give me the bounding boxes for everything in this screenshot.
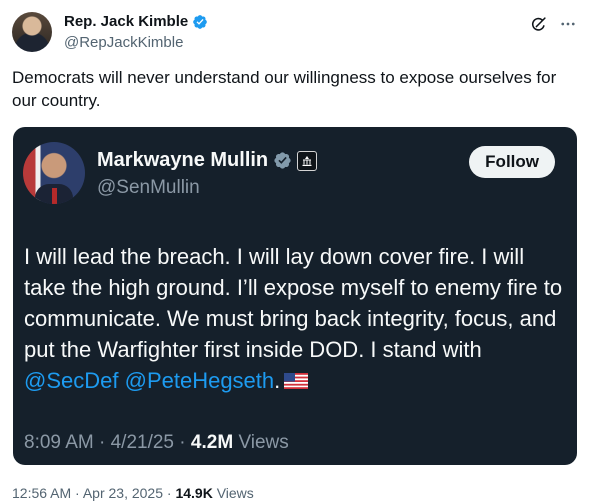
tweet-meta: 12:56 AM · Apr 23, 2025 · 14.9K Views (12, 485, 254, 501)
grok-icon[interactable] (528, 14, 548, 34)
quoted-views-count: 4.2M (190, 432, 234, 453)
quoted-text-body: I will lead the breach. I will lay down … (24, 244, 563, 362)
quoted-name-row: Markwayne Mullin (97, 149, 318, 172)
quoted-tweet-meta: 8:09 AM · 4/21/25 · 4.2M Views (24, 432, 289, 453)
quoted-tweet-text: I will lead the breach. I will lay down … (24, 241, 569, 396)
gray-verified-badge-icon (274, 152, 291, 169)
quoted-date[interactable]: 4/21/25 (111, 432, 174, 453)
tweet-time[interactable]: 12:56 AM (12, 485, 71, 501)
quoted-time[interactable]: 8:09 AM (24, 432, 94, 453)
author-name-row: Rep. Jack Kimble (64, 13, 208, 30)
tweet-views-count: 14.9K (175, 485, 213, 501)
verified-badge-icon (193, 14, 208, 29)
header-actions (528, 14, 578, 34)
quoted-author-avatar[interactable] (23, 142, 85, 204)
quoted-author-name[interactable]: Markwayne Mullin (97, 149, 268, 172)
tweet-views-label: Views (216, 485, 254, 501)
mention-petehegseth-link[interactable]: @PeteHegseth (125, 368, 275, 393)
follow-button[interactable]: Follow (469, 146, 555, 178)
tweet-header: Rep. Jack Kimble @RepJackKimble (12, 12, 578, 56)
quoted-text-end: . (274, 368, 281, 393)
quoted-views-label: Views (238, 432, 289, 453)
mention-secdef-link[interactable]: @SecDef (24, 368, 118, 393)
author-avatar[interactable] (12, 12, 52, 52)
government-badge-icon (297, 150, 318, 171)
more-icon[interactable] (558, 14, 578, 34)
quoted-author-handle[interactable]: @SenMullin (97, 177, 200, 199)
author-name[interactable]: Rep. Jack Kimble (64, 13, 188, 30)
us-flag-icon (284, 373, 309, 389)
tweet-text: Democrats will never understand our will… (12, 68, 557, 110)
quoted-tweet-card[interactable]: Markwayne Mullin @SenMullin Follow I wil… (13, 127, 577, 465)
tweet-date[interactable]: Apr 23, 2025 (83, 485, 163, 501)
author-handle[interactable]: @RepJackKimble (64, 34, 183, 51)
